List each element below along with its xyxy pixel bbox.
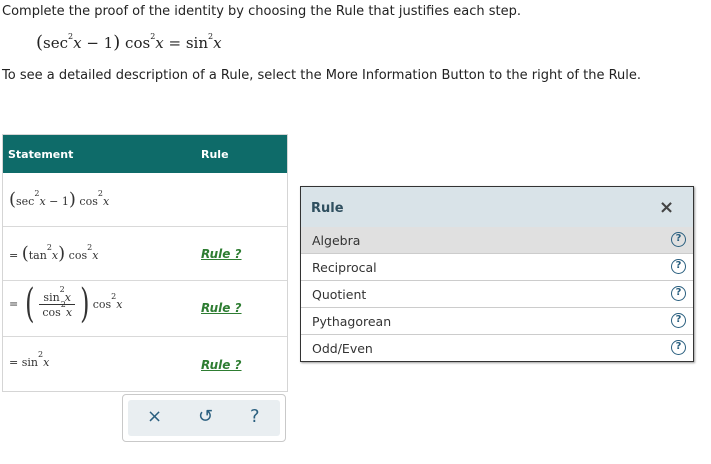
header-statement: Statement: [8, 148, 74, 161]
rule-link-step-4[interactable]: Rule ?: [201, 358, 242, 372]
paren: ): [58, 243, 66, 264]
proof-table: Statement Rule (sec2x − 1) cos2x = (tan2…: [2, 134, 288, 392]
more-info-icon[interactable]: ?: [671, 232, 686, 247]
paren: (: [24, 281, 35, 327]
cos-text: cos: [42, 305, 61, 319]
identity-x2: x: [155, 34, 164, 52]
paren: (: [21, 243, 29, 264]
toolbar-inner: × ↺ ?: [128, 400, 280, 436]
equals-sign: =: [9, 249, 22, 262]
close-icon[interactable]: ×: [659, 197, 674, 218]
variable: x: [92, 249, 99, 262]
identity-sin: sin: [185, 34, 209, 52]
table-row: = (sin2x cos2x) cos2x Rule ?: [3, 281, 287, 337]
equals-sign: =: [9, 356, 22, 369]
paren: (: [9, 189, 17, 210]
variable: x: [65, 305, 73, 319]
variable: x: [43, 356, 50, 369]
cos-text: cos: [68, 249, 88, 262]
rule-option-label: Odd/Even: [312, 341, 373, 356]
rule-selection-panel: Rule × Algebra ? Reciprocal ? Quotient ?…: [300, 186, 694, 362]
rule-option-reciprocal[interactable]: Reciprocal ?: [301, 254, 693, 281]
identity-rparen: ): [113, 32, 121, 53]
denominator: cos2x: [39, 300, 75, 319]
more-info-icon[interactable]: ?: [671, 259, 686, 274]
rule-option-label: Reciprocal: [312, 260, 377, 275]
paren: ): [68, 189, 76, 210]
rule-link-step-3[interactable]: Rule ?: [201, 301, 242, 315]
statement-2: = (tan2x) cos2x: [9, 243, 98, 264]
minus-one: − 1: [45, 195, 69, 208]
numerator: sin2x: [39, 285, 76, 305]
more-info-icon[interactable]: ?: [671, 313, 686, 328]
table-row: = sin2x Rule ?: [3, 337, 287, 391]
rule-panel-header: Rule ×: [301, 187, 693, 227]
cos-term: cos2x: [92, 293, 123, 312]
undo-icon[interactable]: ↺: [198, 406, 213, 427]
instruction-text: Complete the proof of the identity by ch…: [2, 4, 522, 19]
fraction: sin2x cos2x: [39, 285, 76, 319]
table-row: = (tan2x) cos2x Rule ?: [3, 227, 287, 281]
table-header: Statement Rule: [3, 135, 287, 173]
rule-option-label: Algebra: [312, 233, 361, 248]
equals-sign: =: [9, 297, 19, 311]
rule-option-quotient[interactable]: Quotient ?: [301, 281, 693, 308]
rule-option-odd-even[interactable]: Odd/Even ?: [301, 335, 693, 362]
identity-cos: cos: [125, 34, 151, 52]
rule-option-label: Quotient: [312, 287, 367, 302]
rule-panel-title: Rule: [311, 201, 344, 216]
more-info-icon[interactable]: ?: [671, 286, 686, 301]
help-icon[interactable]: ?: [250, 406, 260, 427]
statement-4: = sin2x: [9, 351, 50, 370]
identity-equals: =: [163, 34, 186, 52]
header-rule: Rule: [201, 148, 229, 161]
rule-option-algebra[interactable]: Algebra ?: [301, 227, 693, 254]
identity-x1: x: [73, 34, 82, 52]
paren: ): [80, 281, 90, 327]
variable: x: [116, 298, 123, 311]
cos-text: cos: [92, 298, 112, 311]
clear-icon[interactable]: ×: [147, 406, 162, 427]
identity-lparen: (: [36, 32, 44, 53]
identity-sec: sec: [43, 34, 69, 52]
tan-text: tan: [28, 249, 47, 262]
more-info-icon[interactable]: ?: [671, 340, 686, 355]
sin-text: sin: [43, 290, 60, 304]
rule-option-pythagorean[interactable]: Pythagorean ?: [301, 308, 693, 335]
identity-equation: (sec2x − 1) cos2x = sin2x: [36, 32, 222, 53]
more-info-instruction: To see a detailed description of a Rule,…: [2, 68, 642, 83]
answer-toolbar: × ↺ ?: [122, 394, 286, 442]
sec-text: sec: [16, 195, 35, 208]
identity-x3: x: [213, 34, 222, 52]
variable: x: [102, 195, 110, 208]
rule-option-label: Pythagorean: [312, 314, 392, 329]
statement-1: (sec2x − 1) cos2x: [9, 189, 109, 210]
rule-link-step-2[interactable]: Rule ?: [201, 247, 242, 261]
sin-text: sin: [21, 356, 38, 369]
cos-text: cos: [79, 195, 98, 208]
table-row: (sec2x − 1) cos2x: [3, 173, 287, 227]
identity-minus-one: − 1: [81, 34, 114, 52]
statement-3: = (sin2x cos2x) cos2x: [9, 284, 122, 324]
